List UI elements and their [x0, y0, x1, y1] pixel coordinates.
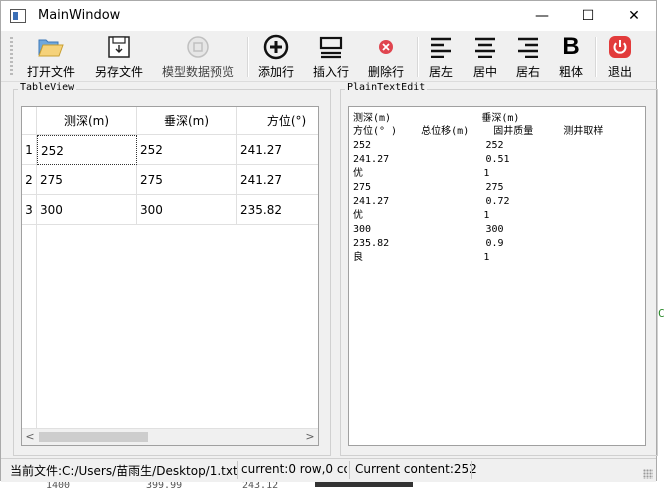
status-cell-position: current:0 row,0 col — [241, 462, 347, 476]
delete-row-label: 删除行 — [367, 65, 404, 79]
scroll-right-arrow-icon[interactable]: > — [302, 429, 318, 445]
open-file-button[interactable]: 打开文件 — [23, 33, 79, 79]
add-circle-icon — [253, 33, 299, 61]
model-preview-label: 模型数据预览 — [161, 65, 234, 79]
text-line: 优 1 — [353, 168, 490, 179]
app-window-icon — [10, 9, 26, 23]
column-header-vertical-depth[interactable]: 垂深(m) — [137, 107, 237, 135]
table-cell[interactable]: 275 — [137, 165, 237, 195]
delete-row-button[interactable]: 删除行 — [363, 33, 409, 79]
minimize-button[interactable]: — — [519, 1, 565, 31]
open-folder-icon — [23, 33, 79, 61]
save-as-label: 另存文件 — [94, 65, 143, 79]
table-cell[interactable]: 241.27 — [237, 135, 318, 165]
save-as-button[interactable]: 另存文件 — [91, 33, 147, 79]
align-center-icon — [467, 33, 503, 61]
corner-header[interactable] — [22, 107, 37, 135]
text-line: 241.27 0.72 — [353, 196, 510, 207]
row-header[interactable]: 3 — [22, 195, 37, 225]
background-text-c: C — [658, 307, 665, 320]
horizontal-scrollbar[interactable]: < > — [22, 428, 318, 445]
save-disk-icon — [91, 33, 147, 61]
table-cell[interactable]: 300 — [137, 195, 237, 225]
text-line: 方位(° ) 总位移(m) 固井质量 测井取样 — [353, 126, 604, 137]
align-right-label: 居右 — [515, 65, 540, 79]
status-separator — [237, 461, 238, 479]
text-line: 241.27 0.51 — [353, 154, 510, 165]
close-icon: ✕ — [628, 8, 640, 24]
main-window: MainWindow — ☐ ✕ 打开文件 另存文件 模型数据预览 添加行 插入… — [0, 0, 658, 482]
insert-row-label: 插入行 — [312, 65, 349, 79]
toolbar-separator — [417, 37, 419, 77]
insert-row-icon — [308, 33, 354, 61]
text-line: 252 252 — [353, 140, 504, 151]
add-row-button[interactable]: 添加行 — [253, 33, 299, 79]
text-line: 优 1 — [353, 210, 490, 221]
status-cell-content: Current content:252 — [355, 462, 477, 476]
toolbar: 打开文件 另存文件 模型数据预览 添加行 插入行 删除行 居左 居中 居右 B … — [1, 31, 656, 82]
bold-icon: B — [554, 33, 588, 61]
text-line: 测深(m) 垂深(m) — [353, 113, 520, 124]
align-right-icon — [510, 33, 546, 61]
align-right-button[interactable]: 居右 — [510, 33, 546, 79]
toolbar-grip[interactable] — [10, 37, 13, 77]
window-title: MainWindow — [38, 8, 121, 23]
table-cell[interactable]: 252 — [137, 135, 237, 165]
toolbar-separator — [247, 37, 249, 77]
bold-label: 粗体 — [558, 65, 583, 79]
bold-button[interactable]: B 粗体 — [554, 33, 588, 79]
status-current-file: 当前文件:C:/Users/苗雨生/Desktop/1.txt — [10, 464, 238, 478]
plain-text-edit[interactable]: 测深(m) 垂深(m) 方位(° ) 总位移(m) 固井质量 测井取样 252 … — [348, 106, 646, 446]
table-cell[interactable]: 235.82 — [237, 195, 318, 225]
align-center-label: 居中 — [472, 65, 497, 79]
status-separator — [471, 461, 472, 479]
scrollbar-thumb[interactable] — [39, 432, 148, 442]
maximize-button[interactable]: ☐ — [565, 1, 611, 31]
delete-icon — [363, 33, 409, 61]
title-bar[interactable]: MainWindow — ☐ ✕ — [1, 1, 656, 31]
column-header-measured-depth[interactable]: 测深(m) — [37, 107, 137, 135]
align-left-label: 居左 — [428, 65, 453, 79]
bold-glyph: B — [562, 33, 580, 60]
align-center-button[interactable]: 居中 — [467, 33, 503, 79]
preview-icon — [159, 33, 237, 61]
exit-label: 退出 — [607, 65, 632, 79]
close-button[interactable]: ✕ — [611, 1, 657, 31]
text-line: 235.82 0.9 — [353, 238, 504, 249]
text-line: 良 1 — [353, 252, 490, 263]
column-header-azimuth[interactable]: 方位(°) — [237, 107, 318, 135]
background-dark-bar — [315, 482, 413, 487]
toolbar-separator — [595, 37, 597, 77]
row-header-empty-area — [22, 225, 37, 431]
model-preview-button[interactable]: 模型数据预览 — [159, 33, 237, 79]
open-file-label: 打开文件 — [26, 65, 75, 79]
plaintextedit-group-title: PlainTextEdit — [345, 82, 428, 93]
tableview-group-title: TableView — [18, 82, 77, 93]
maximize-icon: ☐ — [581, 8, 595, 24]
row-header[interactable]: 2 — [22, 165, 37, 195]
power-icon — [601, 33, 639, 61]
align-left-icon — [423, 33, 459, 61]
table-cell[interactable]: 252 — [37, 135, 137, 165]
row-header[interactable]: 1 — [22, 135, 37, 165]
text-line: 300 300 — [353, 224, 504, 235]
add-row-label: 添加行 — [257, 65, 294, 79]
scroll-left-arrow-icon[interactable]: < — [22, 429, 38, 445]
size-grip-icon[interactable] — [643, 469, 653, 479]
table-cell[interactable]: 241.27 — [237, 165, 318, 195]
text-line: 275 275 — [353, 182, 504, 193]
exit-button[interactable]: 退出 — [601, 33, 639, 79]
align-left-button[interactable]: 居左 — [423, 33, 459, 79]
status-separator — [349, 461, 350, 479]
insert-row-button[interactable]: 插入行 — [308, 33, 354, 79]
minimize-icon: — — [535, 8, 549, 24]
data-table[interactable]: 测深(m) 垂深(m) 方位(°) 1 2 3 252 252 241.27 2… — [21, 106, 319, 446]
status-bar: 当前文件:C:/Users/苗雨生/Desktop/1.txt current:… — [1, 458, 656, 482]
table-cell[interactable]: 275 — [37, 165, 137, 195]
table-cell[interactable]: 300 — [37, 195, 137, 225]
